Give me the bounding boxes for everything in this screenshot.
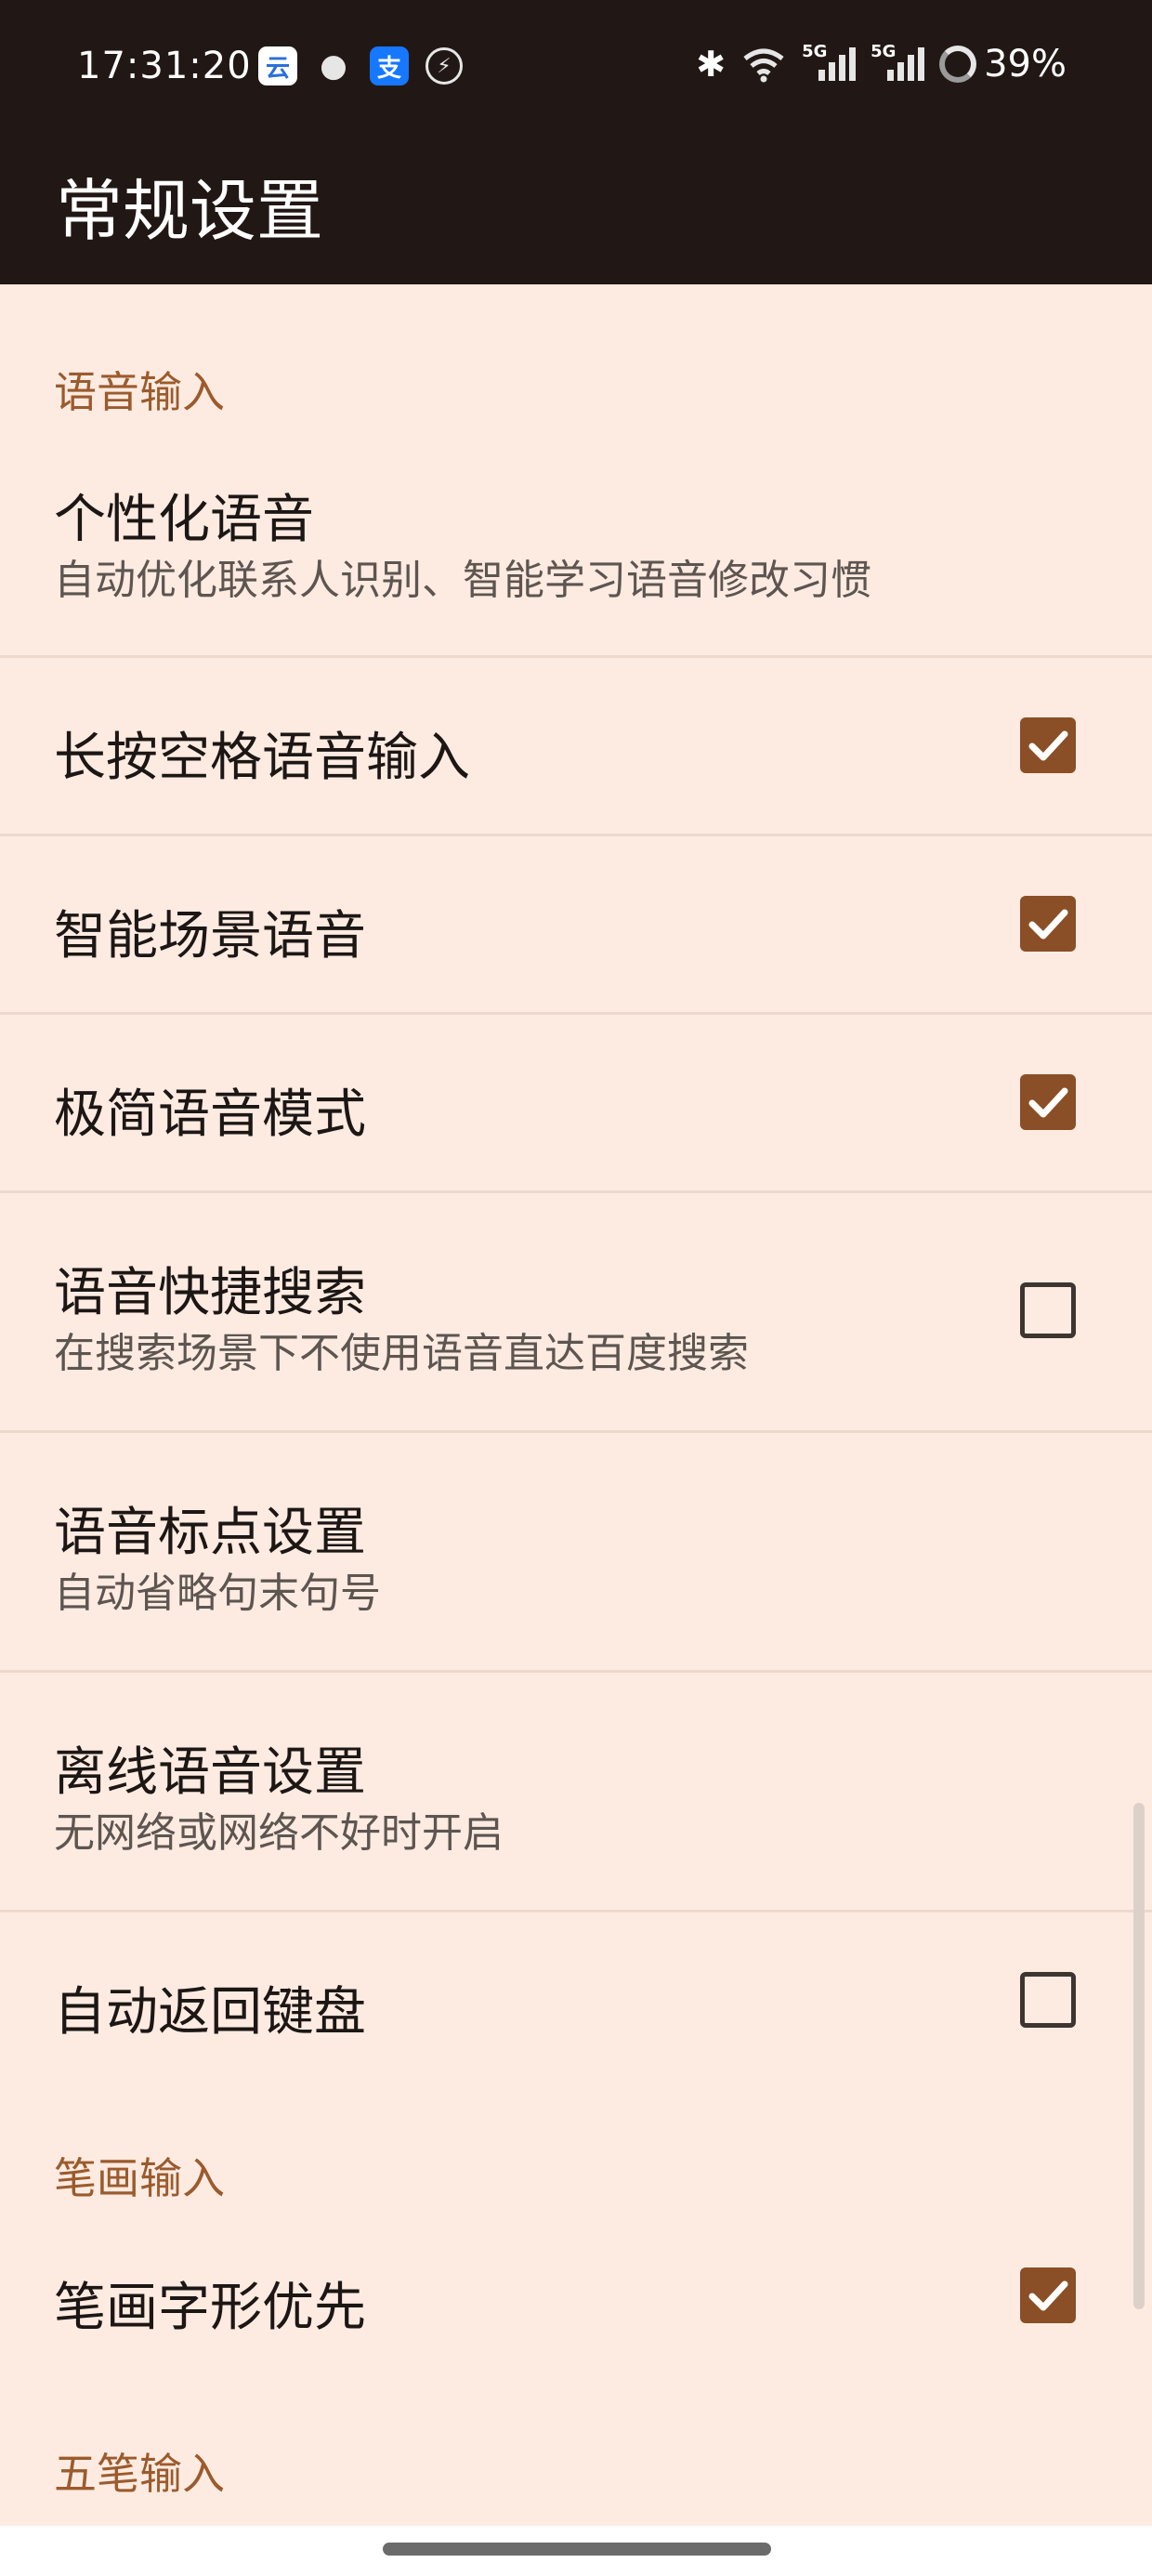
home-indicator[interactable] — [383, 2543, 771, 2556]
notification-icons: 云 ● 支 ⚡ — [258, 46, 463, 85]
setting-smart-scene[interactable]: 智能场景语音 — [0, 836, 1152, 1013]
checkbox-checked[interactable] — [1020, 896, 1076, 952]
scrollbar[interactable] — [1133, 1803, 1145, 2309]
check-icon — [1028, 730, 1068, 761]
checkbox-checked[interactable] — [1020, 717, 1076, 773]
check-icon — [1028, 2280, 1068, 2311]
check-icon — [1028, 1087, 1068, 1118]
setting-title: 极简语音模式 — [54, 1084, 366, 1145]
top-app-bar: 17:31:20 云 ● 支 ⚡ ✱ 5G 5G 39% 常规设置 — [0, 0, 1152, 284]
system-status-icons: ✱ 5G 5G 39% — [696, 42, 1067, 85]
android-icon: ● — [320, 47, 347, 85]
section-header-stroke: 笔画输入 — [54, 2153, 225, 2203]
checkbox-checked[interactable] — [1020, 2267, 1076, 2323]
setting-subtitle: 自动省略句末句号 — [54, 1570, 381, 1617]
setting-long-press-space[interactable]: 长按空格语音输入 — [0, 658, 1152, 835]
setting-title: 笔画字形优先 — [54, 2278, 366, 2338]
check-icon — [1028, 909, 1068, 940]
setting-personalized-voice[interactable]: 个性化语音 自动优化联系人识别、智能学习语音修改习惯 — [0, 446, 1152, 656]
setting-subtitle: 在搜索场景下不使用语音直达百度搜索 — [54, 1330, 749, 1377]
section-header-voice: 语音输入 — [54, 367, 225, 417]
power-saving-icon: ⚡ — [425, 47, 463, 85]
setting-title: 离线语音设置 — [54, 1742, 366, 1803]
signal-icon: 5G — [802, 42, 857, 81]
alipay-icon: 支 — [370, 46, 409, 85]
setting-punctuation[interactable]: 语音标点设置 自动省略句末句号 — [0, 1433, 1152, 1671]
setting-title: 长按空格语音输入 — [54, 728, 470, 788]
checkbox-unchecked[interactable] — [1020, 1972, 1076, 2028]
setting-title: 语音快捷搜索 — [54, 1263, 366, 1323]
wifi-icon — [743, 48, 784, 83]
setting-title: 个性化语音 — [54, 490, 314, 550]
setting-minimal-mode[interactable]: 极简语音模式 — [0, 1015, 1152, 1191]
setting-stroke-priority[interactable]: 笔画字形优先 — [0, 2212, 1152, 2388]
setting-subtitle: 无网络或网络不好时开启 — [54, 1809, 504, 1857]
bluetooth-icon: ✱ — [696, 44, 727, 85]
checkbox-unchecked[interactable] — [1020, 1282, 1076, 1338]
setting-auto-return-keyboard[interactable]: 自动返回键盘 — [0, 1912, 1152, 2089]
setting-title: 智能场景语音 — [54, 906, 366, 966]
battery-level: 39% — [984, 43, 1067, 85]
page-title: 常规设置 — [56, 172, 324, 250]
status-time: 17:31:20 — [77, 45, 252, 87]
section-header-wubi: 五笔输入 — [54, 2449, 225, 2499]
setting-subtitle: 自动优化联系人识别、智能学习语音修改习惯 — [54, 557, 871, 604]
network-type-1: 5G — [802, 42, 828, 61]
signal-icon: 5G — [871, 42, 925, 81]
setting-title: 自动返回键盘 — [54, 1982, 366, 2043]
setting-offline-voice[interactable]: 离线语音设置 无网络或网络不好时开启 — [0, 1673, 1152, 1911]
setting-quick-search[interactable]: 语音快捷搜索 在搜索场景下不使用语音直达百度搜索 — [0, 1193, 1152, 1431]
network-type-2: 5G — [871, 42, 897, 61]
battery-icon — [939, 46, 977, 83]
setting-title: 语音标点设置 — [54, 1503, 366, 1563]
checkbox-checked[interactable] — [1020, 1074, 1076, 1130]
ticket-app-icon: 云 — [258, 46, 297, 85]
